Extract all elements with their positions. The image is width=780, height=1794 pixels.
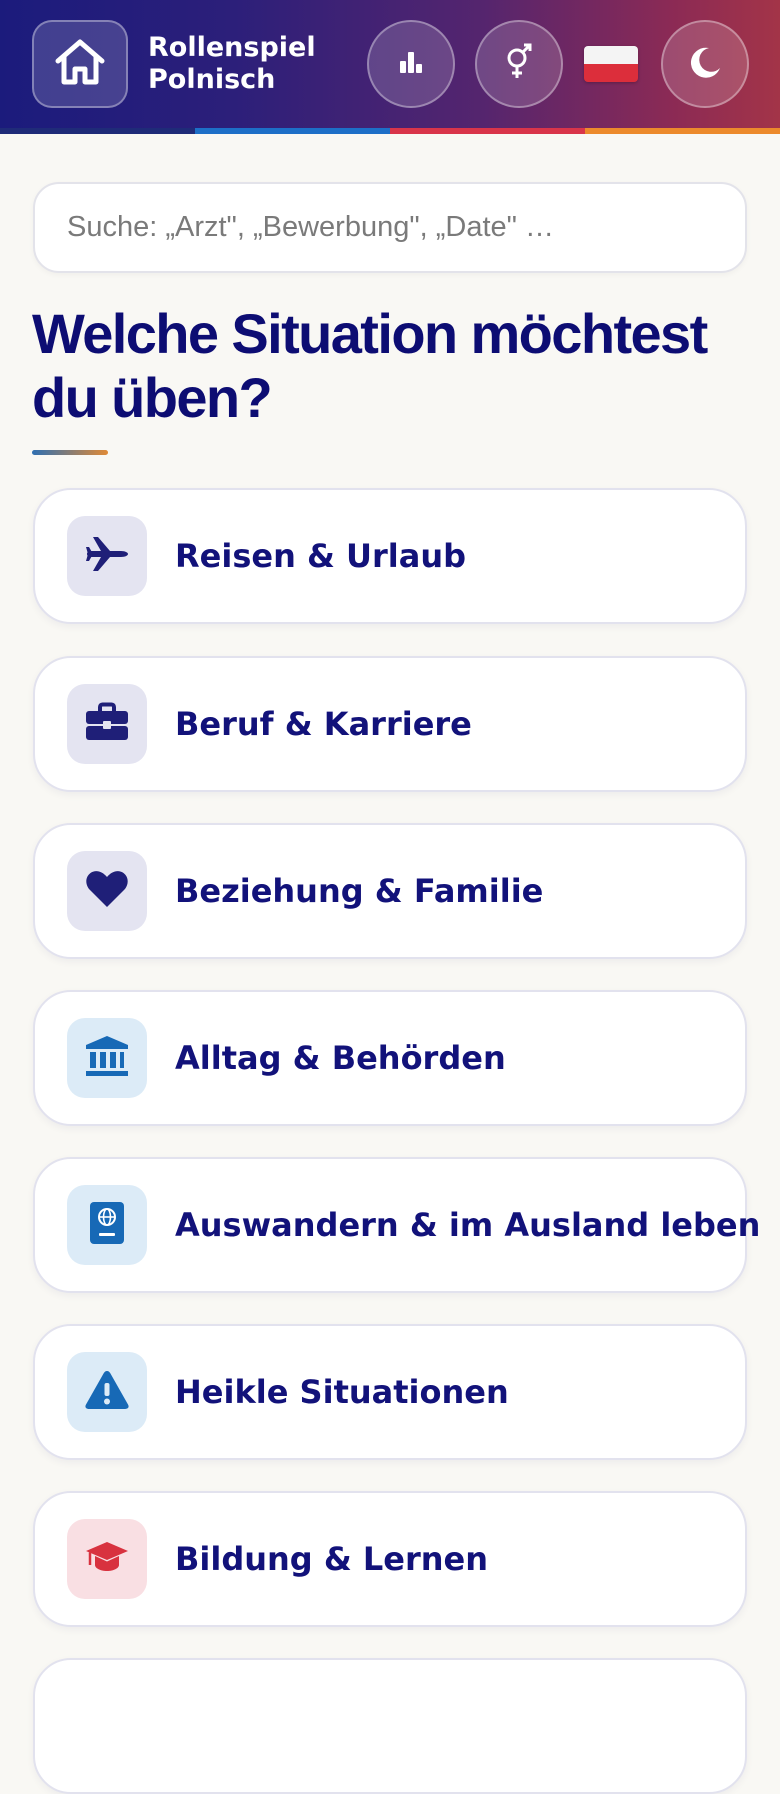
language-flag-button[interactable] [584,46,638,82]
category-icon-box [67,1352,147,1432]
category-label: Auswandern & im Ausland leben [175,1206,761,1244]
page-title: Welche Situation möchtest du üben? [32,302,708,429]
poland-flag-red [584,64,638,82]
home-button[interactable] [32,20,128,108]
category-card-bildung[interactable]: Bildung & Lernen [33,1491,747,1627]
category-label: Bildung & Lernen [175,1540,489,1578]
category-icon-box [67,684,147,764]
airplane-icon [83,534,131,578]
search-input[interactable] [35,184,745,271]
home-icon [53,37,107,91]
search-box [33,182,747,273]
app-title: Rollenspiel Polnisch [148,32,338,96]
category-card-alltag[interactable]: Alltag & Behörden [33,990,747,1126]
app-header: Rollenspiel Polnisch [0,0,780,134]
header-color-stripe [0,128,780,134]
category-icon-box [67,1519,147,1599]
app-title-line1: Rollenspiel [148,32,316,63]
government-building-icon [84,1034,130,1082]
bar-chart-icon [398,49,424,79]
theme-toggle-button[interactable] [661,20,749,108]
warning-icon [84,1369,130,1415]
stripe-segment [585,128,780,134]
graduation-cap-icon [84,1539,130,1579]
gender-button[interactable] [475,20,563,108]
category-icon-box [67,1018,147,1098]
stats-button[interactable] [367,20,455,108]
moon-icon [687,44,723,84]
category-card-beziehung[interactable]: Beziehung & Familie [33,823,747,959]
gender-icon [504,42,534,86]
category-card-reisen[interactable]: Reisen & Urlaub [33,488,747,624]
category-label: Heikle Situationen [175,1373,509,1411]
app-title-line2: Polnisch [148,64,276,95]
category-card-beruf[interactable]: Beruf & Karriere [33,656,747,792]
heart-icon [85,869,129,913]
briefcase-icon [84,702,130,746]
category-label: Beziehung & Familie [175,872,544,910]
passport-icon [88,1200,126,1250]
category-label: Reisen & Urlaub [175,537,467,575]
stripe-segment [0,128,195,134]
stripe-segment [390,128,585,134]
category-label: Alltag & Behörden [175,1039,506,1077]
category-label: Beruf & Karriere [175,705,472,743]
category-icon-box [67,851,147,931]
category-card-heikle[interactable]: Heikle Situationen [33,1324,747,1460]
stripe-segment [195,128,390,134]
category-icon-box [67,1185,147,1265]
category-icon-box [67,516,147,596]
title-underline [32,450,108,455]
poland-flag-white [584,46,638,64]
category-card-auswandern[interactable]: Auswandern & im Ausland leben [33,1157,760,1293]
category-card-partial[interactable] [33,1658,747,1794]
